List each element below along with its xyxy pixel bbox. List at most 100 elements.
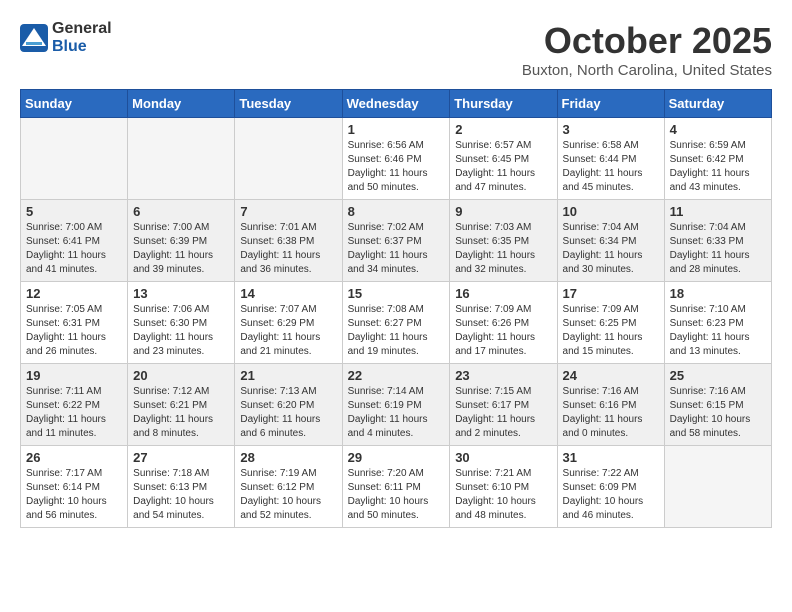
calendar-cell: 26 Sunrise: 7:17 AMSunset: 6:14 PMDayligh… (21, 446, 128, 528)
logo-blue: Blue (52, 38, 112, 56)
day-number: 9 (455, 204, 551, 219)
calendar-cell (128, 118, 235, 200)
day-info: Sunrise: 7:16 AMSunset: 6:16 PMDaylight:… (563, 385, 659, 441)
day-info: Sunrise: 7:12 AMSunset: 6:21 PMDaylight:… (133, 385, 229, 441)
calendar-week-3: 12 Sunrise: 7:05 AMSunset: 6:31 PMDayligh… (21, 282, 772, 364)
day-info: Sunrise: 7:17 AMSunset: 6:14 PMDaylight:… (26, 467, 122, 523)
calendar-cell: 28 Sunrise: 7:19 AMSunset: 6:12 PMDayligh… (235, 446, 342, 528)
calendar-cell (664, 446, 771, 528)
logo-general: General (52, 20, 112, 38)
calendar-cell: 8Sunrise: 7:02 AMSunset: 6:37 PMDaylight… (342, 200, 450, 282)
calendar-cell: 5 Sunrise: 7:00 AMSunset: 6:41 PMDaylight… (21, 200, 128, 282)
day-number: 22 (348, 368, 445, 383)
day-number: 3 (563, 122, 659, 137)
calendar-cell: 3 Sunrise: 6:58 AMSunset: 6:44 PMDaylight… (557, 118, 664, 200)
calendar-cell: 4Sunrise: 6:59 AMSunset: 6:42 PMDaylight… (664, 118, 771, 200)
day-info: Sunrise: 7:09 AMSunset: 6:26 PMDaylight:… (455, 303, 551, 359)
day-info: Sunrise: 6:56 AMSunset: 6:46 PMDaylight:… (348, 139, 445, 195)
calendar-cell: 13 Sunrise: 7:06 AMSunset: 6:30 PMDayligh… (128, 282, 235, 364)
calendar-cell: 24 Sunrise: 7:16 AMSunset: 6:16 PMDayligh… (557, 364, 664, 446)
day-number: 30 (455, 450, 551, 465)
calendar-cell: 21 Sunrise: 7:13 AMSunset: 6:20 PMDayligh… (235, 364, 342, 446)
day-info: Sunrise: 7:04 AMSunset: 6:33 PMDaylight:… (670, 221, 766, 277)
weekday-header-saturday: Saturday (664, 90, 771, 118)
day-number: 27 (133, 450, 229, 465)
day-info: Sunrise: 7:06 AMSunset: 6:30 PMDaylight:… (133, 303, 229, 359)
day-number: 21 (240, 368, 336, 383)
weekday-header-thursday: Thursday (450, 90, 557, 118)
day-number: 15 (348, 286, 445, 301)
day-info: Sunrise: 7:19 AMSunset: 6:12 PMDaylight:… (240, 467, 336, 523)
day-number: 24 (563, 368, 659, 383)
day-number: 18 (670, 286, 766, 301)
day-info: Sunrise: 7:00 AMSunset: 6:41 PMDaylight:… (26, 221, 122, 277)
day-number: 16 (455, 286, 551, 301)
calendar-week-2: 5 Sunrise: 7:00 AMSunset: 6:41 PMDaylight… (21, 200, 772, 282)
calendar-cell: 29Sunrise: 7:20 AMSunset: 6:11 PMDayligh… (342, 446, 450, 528)
day-number: 12 (26, 286, 122, 301)
day-info: Sunrise: 7:05 AMSunset: 6:31 PMDaylight:… (26, 303, 122, 359)
calendar-week-1: 1 Sunrise: 6:56 AMSunset: 6:46 PMDaylight… (21, 118, 772, 200)
day-number: 17 (563, 286, 659, 301)
day-info: Sunrise: 7:00 AMSunset: 6:39 PMDaylight:… (133, 221, 229, 277)
calendar-cell: 1 Sunrise: 6:56 AMSunset: 6:46 PMDaylight… (342, 118, 450, 200)
calendar-cell: 10Sunrise: 7:04 AMSunset: 6:34 PMDayligh… (557, 200, 664, 282)
calendar-cell: 12 Sunrise: 7:05 AMSunset: 6:31 PMDayligh… (21, 282, 128, 364)
title-block: October 2025 Buxton, North Carolina, Uni… (522, 20, 772, 79)
calendar-cell (21, 118, 128, 200)
day-info: Sunrise: 7:01 AMSunset: 6:38 PMDaylight:… (240, 221, 336, 277)
day-info: Sunrise: 7:04 AMSunset: 6:34 PMDaylight:… (563, 221, 659, 277)
calendar-cell: 23Sunrise: 7:15 AMSunset: 6:17 PMDayligh… (450, 364, 557, 446)
logo-icon (20, 24, 48, 52)
calendar-cell: 19 Sunrise: 7:11 AMSunset: 6:22 PMDayligh… (21, 364, 128, 446)
weekday-header-wednesday: Wednesday (342, 90, 450, 118)
day-number: 25 (670, 368, 766, 383)
day-number: 5 (26, 204, 122, 219)
calendar-cell (235, 118, 342, 200)
day-number: 31 (563, 450, 659, 465)
day-number: 26 (26, 450, 122, 465)
day-number: 19 (26, 368, 122, 383)
weekday-header-sunday: Sunday (21, 90, 128, 118)
calendar-cell: 15 Sunrise: 7:08 AMSunset: 6:27 PMDayligh… (342, 282, 450, 364)
calendar-week-4: 19 Sunrise: 7:11 AMSunset: 6:22 PMDayligh… (21, 364, 772, 446)
weekday-header-tuesday: Tuesday (235, 90, 342, 118)
day-info: Sunrise: 6:59 AMSunset: 6:42 PMDaylight:… (670, 139, 766, 195)
calendar-cell: 18Sunrise: 7:10 AMSunset: 6:23 PMDayligh… (664, 282, 771, 364)
calendar-cell: 31 Sunrise: 7:22 AMSunset: 6:09 PMDayligh… (557, 446, 664, 528)
calendar-cell: 20Sunrise: 7:12 AMSunset: 6:21 PMDayligh… (128, 364, 235, 446)
day-info: Sunrise: 7:02 AMSunset: 6:37 PMDaylight:… (348, 221, 445, 277)
day-info: Sunrise: 7:20 AMSunset: 6:11 PMDaylight:… (348, 467, 445, 523)
calendar-cell: 25 Sunrise: 7:16 AMSunset: 6:15 PMDayligh… (664, 364, 771, 446)
day-number: 14 (240, 286, 336, 301)
day-info: Sunrise: 7:18 AMSunset: 6:13 PMDaylight:… (133, 467, 229, 523)
calendar-cell: 16 Sunrise: 7:09 AMSunset: 6:26 PMDayligh… (450, 282, 557, 364)
day-info: Sunrise: 7:22 AMSunset: 6:09 PMDaylight:… (563, 467, 659, 523)
day-info: Sunrise: 7:03 AMSunset: 6:35 PMDaylight:… (455, 221, 551, 277)
logo: General Blue (20, 20, 112, 55)
day-info: Sunrise: 6:57 AMSunset: 6:45 PMDaylight:… (455, 139, 551, 195)
day-info: Sunrise: 7:14 AMSunset: 6:19 PMDaylight:… (348, 385, 445, 441)
calendar-cell: 2 Sunrise: 6:57 AMSunset: 6:45 PMDaylight… (450, 118, 557, 200)
day-number: 13 (133, 286, 229, 301)
day-info: Sunrise: 7:21 AMSunset: 6:10 PMDaylight:… (455, 467, 551, 523)
day-info: Sunrise: 7:15 AMSunset: 6:17 PMDaylight:… (455, 385, 551, 441)
day-number: 6 (133, 204, 229, 219)
calendar-cell: 6 Sunrise: 7:00 AMSunset: 6:39 PMDaylight… (128, 200, 235, 282)
day-info: Sunrise: 7:13 AMSunset: 6:20 PMDaylight:… (240, 385, 336, 441)
day-info: Sunrise: 7:11 AMSunset: 6:22 PMDaylight:… (26, 385, 122, 441)
day-number: 1 (348, 122, 445, 137)
day-info: Sunrise: 7:16 AMSunset: 6:15 PMDaylight:… (670, 385, 766, 441)
calendar-cell: 30 Sunrise: 7:21 AMSunset: 6:10 PMDayligh… (450, 446, 557, 528)
day-info: Sunrise: 7:09 AMSunset: 6:25 PMDaylight:… (563, 303, 659, 359)
day-info: Sunrise: 7:08 AMSunset: 6:27 PMDaylight:… (348, 303, 445, 359)
calendar-cell: 17 Sunrise: 7:09 AMSunset: 6:25 PMDayligh… (557, 282, 664, 364)
day-number: 2 (455, 122, 551, 137)
day-info: Sunrise: 6:58 AMSunset: 6:44 PMDaylight:… (563, 139, 659, 195)
calendar-cell: 7Sunrise: 7:01 AMSunset: 6:38 PMDaylight… (235, 200, 342, 282)
logo-text: General Blue (52, 20, 112, 55)
day-info: Sunrise: 7:07 AMSunset: 6:29 PMDaylight:… (240, 303, 336, 359)
day-number: 28 (240, 450, 336, 465)
calendar-cell: 27 Sunrise: 7:18 AMSunset: 6:13 PMDayligh… (128, 446, 235, 528)
location: Buxton, North Carolina, United States (522, 62, 772, 79)
